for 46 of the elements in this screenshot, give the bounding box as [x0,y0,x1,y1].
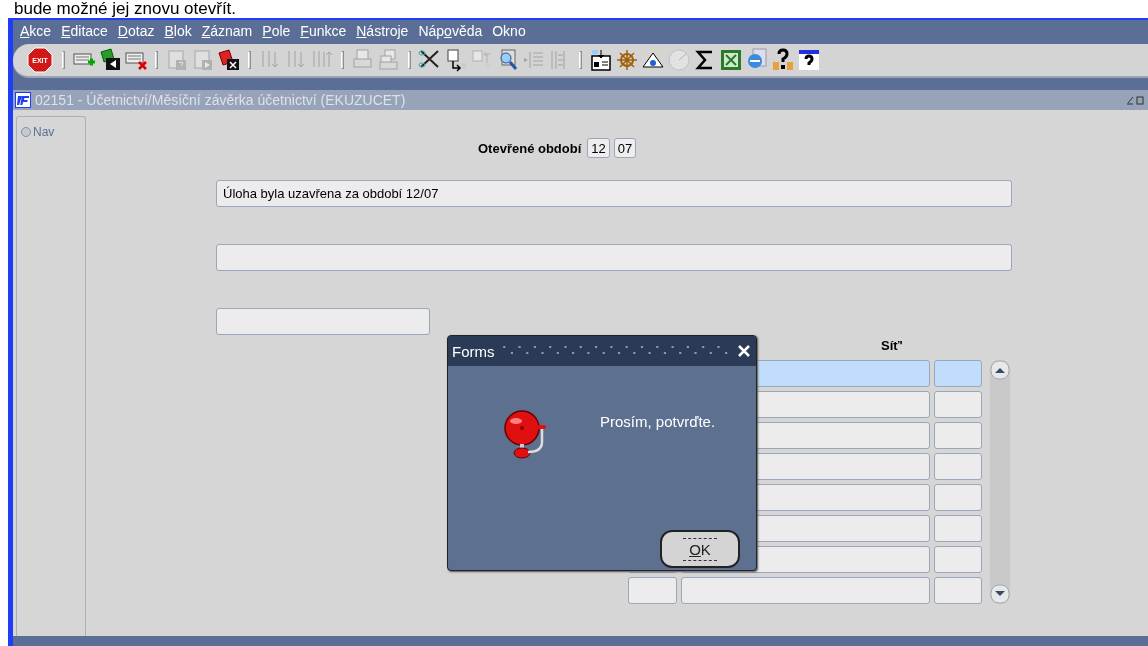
cancel-query-icon[interactable] [217,48,241,72]
table-cell[interactable] [934,391,982,418]
menu-item[interactable]: Blok [159,23,197,39]
text-field[interactable] [216,244,1012,271]
form-title: 02151 - Účetnictví/Měsíční závěrka účetnictví (EKUZUCET) [35,92,406,108]
menu-item[interactable]: Okno [487,23,531,39]
month-field[interactable]: 12 [587,138,610,158]
print-setup-icon[interactable] [377,48,401,72]
table-cell[interactable] [628,577,677,604]
note-text: bude možné jej znovu otevřít. [13,0,238,18]
scrollbar[interactable] [990,360,1010,604]
dialog-title: Forms [452,342,495,360]
help-icon[interactable] [771,48,795,72]
query-icon[interactable] [165,48,189,72]
menu-item[interactable]: Funkce [295,23,352,39]
dialog-message: Prosím, potvrďte. [600,413,716,430]
nav-radio[interactable]: Nav [21,125,85,139]
table-cell[interactable] [934,422,982,449]
copy-icon[interactable] [444,48,468,72]
table-cell[interactable] [934,484,982,511]
menu-item[interactable]: Pole [257,23,296,39]
close-icon[interactable] [736,343,752,359]
menu-item[interactable]: Dotaz [112,23,160,39]
period-label: Otevřené období [478,140,582,156]
year-field[interactable]: 07 [613,138,637,158]
menu-item[interactable]: Nápověda [413,23,488,39]
table-cell[interactable] [681,577,930,604]
ok-button[interactable]: OK [660,530,740,568]
menu-item[interactable]: Nástroje [351,23,414,39]
window-buttons-icon[interactable] [1126,94,1144,106]
edit-form-icon[interactable] [589,48,613,72]
menu-item[interactable]: Záznam [196,23,258,39]
text-field[interactable] [216,308,430,335]
table-cell[interactable] [934,453,982,480]
help-icon[interactable] [797,48,821,72]
menu-item[interactable]: Akce [15,23,57,39]
column-header: Síť' [881,338,903,355]
table-cell[interactable] [934,515,982,542]
menu-item[interactable]: Editace [56,23,113,39]
table-cell[interactable] [934,546,982,573]
save-icon[interactable] [98,48,122,72]
app-logo-icon [15,92,31,108]
table-cell[interactable] [934,577,982,604]
spreadsheet-icon[interactable] [719,48,743,72]
table-cell[interactable] [934,360,982,387]
text-field[interactable]: Úloha byla uzavřena za období 12/07 [216,180,1012,207]
